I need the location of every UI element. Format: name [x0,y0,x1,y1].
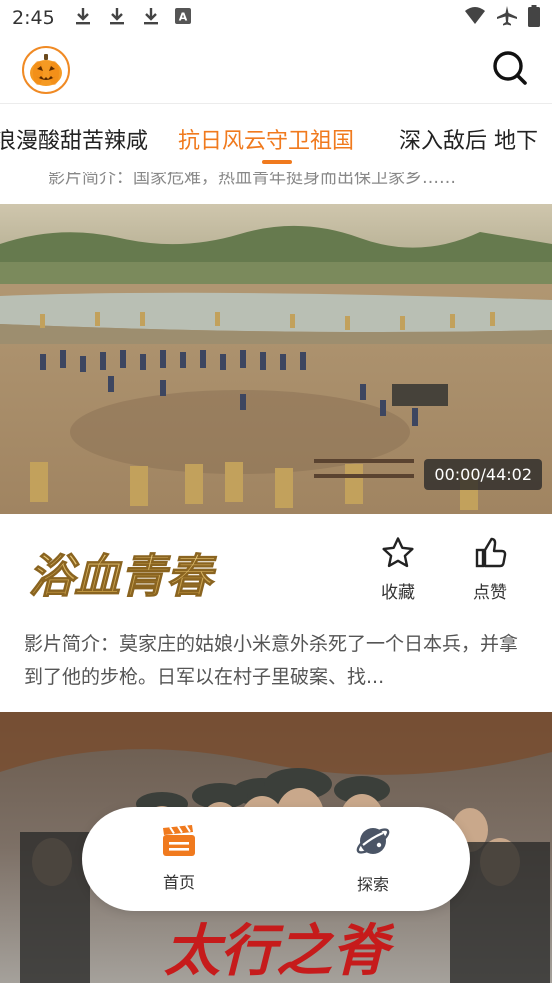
like-button[interactable]: 点赞 [460,536,520,603]
keyboard-a-icon: A [174,8,191,28]
video-duration: 00:00/44:02 [424,459,542,490]
active-tab-indicator [262,160,292,164]
search-button[interactable] [490,50,530,90]
nav-home-label: 首页 [162,873,195,892]
tab-anti-japanese-war[interactable]: 抗日风云守卫祖国 [178,123,354,155]
favorite-button[interactable]: 收藏 [368,536,428,603]
wifi-icon [464,6,486,30]
planet-icon [355,823,391,863]
download-icon [107,6,127,30]
status-time: 2:45 [12,7,55,29]
previous-card-synopsis: 影片简介：国家危难，热血青年挺身而出保卫家乡…… [48,172,456,188]
svg-text:浴血青春: 浴血青春 [28,549,217,603]
battery-icon [528,5,540,31]
category-tabs: 浪漫酸甜苦辣咸 抗日风云守卫祖国 深入敌后 地下 [0,105,552,167]
like-label: 点赞 [473,583,507,603]
clapperboard-icon [162,824,196,861]
download-icon [73,6,93,30]
bottom-navigation: 首页 探索 [82,807,470,911]
video-thumbnail[interactable]: 00:00/44:02 [0,204,552,514]
nav-explore[interactable]: 探索 [276,807,470,911]
video-title-logo: 浴血青春 [28,549,218,604]
tab-romance[interactable]: 浪漫酸甜苦辣咸 [0,123,148,155]
search-icon [492,50,528,90]
airplane-icon [496,5,518,31]
pumpkin-logo-icon[interactable] [22,45,70,94]
star-icon [381,537,415,574]
video-card-meta: 浴血青春 收藏 点赞 影片简介：莫家庄的姑娘小米意外杀死了一个日本兵，并拿到了他… [0,514,552,710]
status-bar: 2:45 A [0,0,552,36]
tab-behind-enemy-lines[interactable]: 深入敌后 地下 [399,123,538,155]
nav-home[interactable]: 首页 [82,807,276,911]
svg-text:A: A [178,11,187,24]
svg-text:太行之脊: 太行之脊 [164,918,395,983]
app-header [0,36,552,104]
favorite-label: 收藏 [381,583,415,603]
nav-explore-label: 探索 [356,875,389,894]
thumbs-up-icon [473,537,507,574]
download-icon [141,6,161,30]
notification-icons: A [73,6,191,30]
video-synopsis: 影片简介：莫家庄的姑娘小米意外杀死了一个日本兵，并拿到了他的步枪。日军以在村子里… [24,633,519,688]
system-icons [464,5,540,31]
